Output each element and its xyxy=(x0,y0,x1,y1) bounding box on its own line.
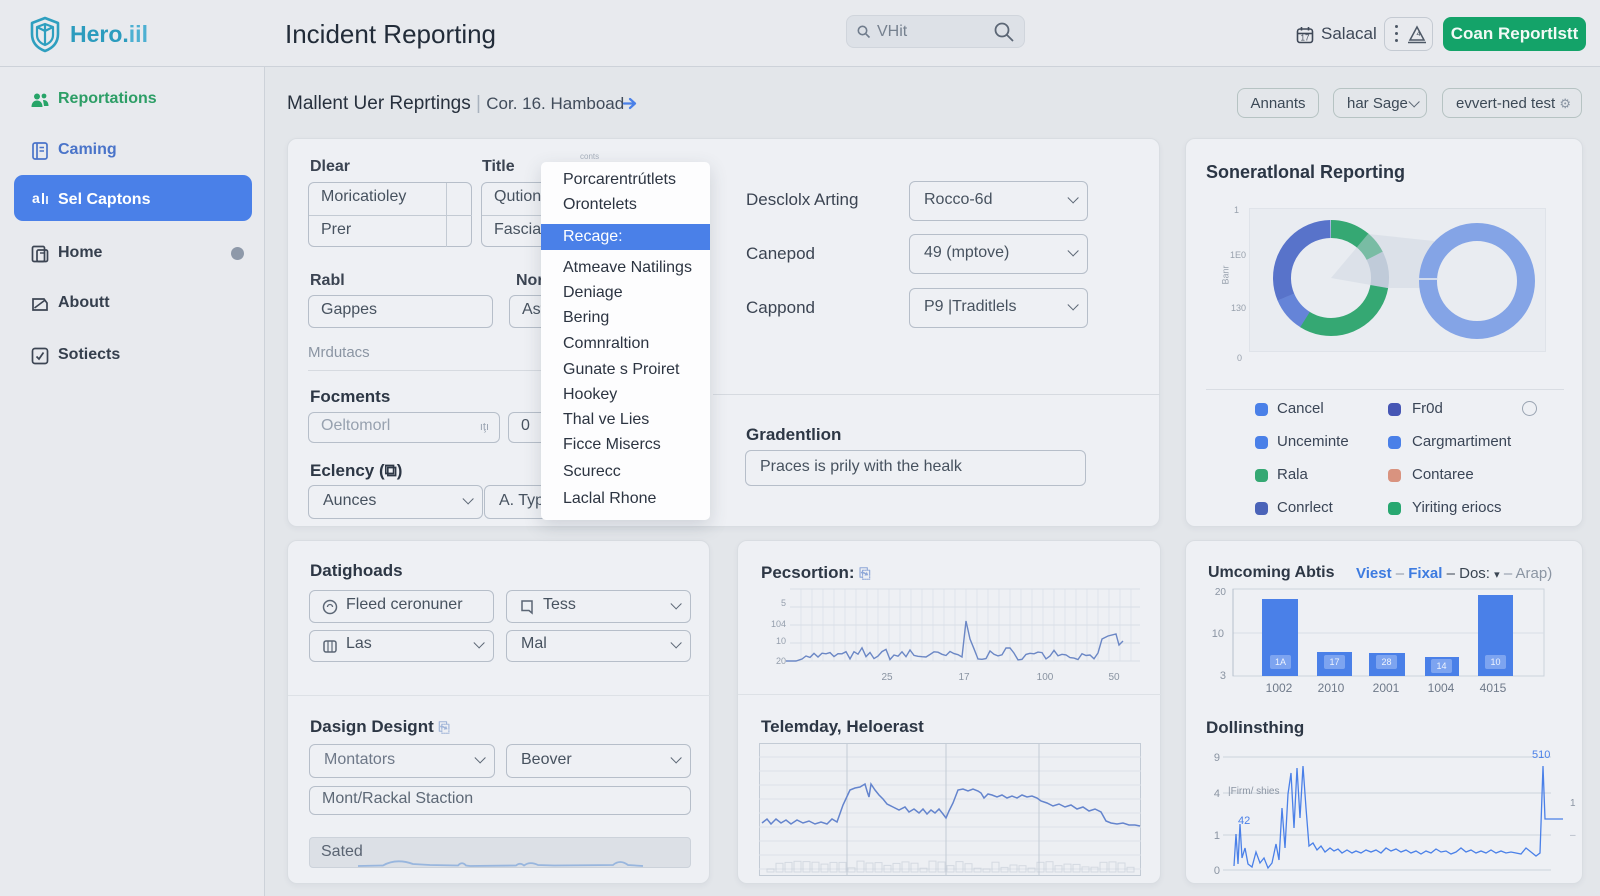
svg-text:1A: 1A xyxy=(1275,657,1286,667)
svg-text:2010: 2010 xyxy=(1318,681,1345,695)
svg-text:17: 17 xyxy=(958,672,970,683)
svg-text:|Firm/ shies: |Firm/ shies xyxy=(1228,786,1280,797)
svg-text:0: 0 xyxy=(1214,865,1220,877)
svg-text:1004: 1004 xyxy=(1428,681,1455,695)
svg-text:10: 10 xyxy=(1490,657,1500,667)
svg-text:104: 104 xyxy=(771,619,786,629)
svg-text:20: 20 xyxy=(776,656,786,666)
svg-text:28: 28 xyxy=(1381,657,1391,667)
svg-text:25: 25 xyxy=(881,672,893,683)
svg-text:510: 510 xyxy=(1532,749,1550,761)
svg-text:4: 4 xyxy=(1214,788,1220,800)
svg-text:4015: 4015 xyxy=(1480,681,1507,695)
svg-text:20: 20 xyxy=(1215,587,1227,598)
svg-text:4: 4 xyxy=(1417,31,1421,38)
svg-text:17: 17 xyxy=(1329,657,1339,667)
svg-text:17: 17 xyxy=(1301,34,1310,43)
svg-text:100: 100 xyxy=(1037,672,1054,683)
svg-text:1002: 1002 xyxy=(1266,681,1293,695)
svg-text:1: 1 xyxy=(1570,798,1576,809)
svg-text:3: 3 xyxy=(1220,670,1226,682)
svg-text:50: 50 xyxy=(1108,672,1120,683)
svg-text:10: 10 xyxy=(1212,628,1224,640)
svg-text:1: 1 xyxy=(1214,830,1220,842)
svg-text:2001: 2001 xyxy=(1373,681,1400,695)
svg-text:10: 10 xyxy=(776,636,786,646)
svg-text:a: a xyxy=(32,190,40,206)
svg-text:9: 9 xyxy=(1214,752,1220,764)
svg-text:5: 5 xyxy=(781,598,786,608)
svg-text:–: – xyxy=(1570,830,1576,841)
svg-text:14: 14 xyxy=(1436,661,1446,671)
